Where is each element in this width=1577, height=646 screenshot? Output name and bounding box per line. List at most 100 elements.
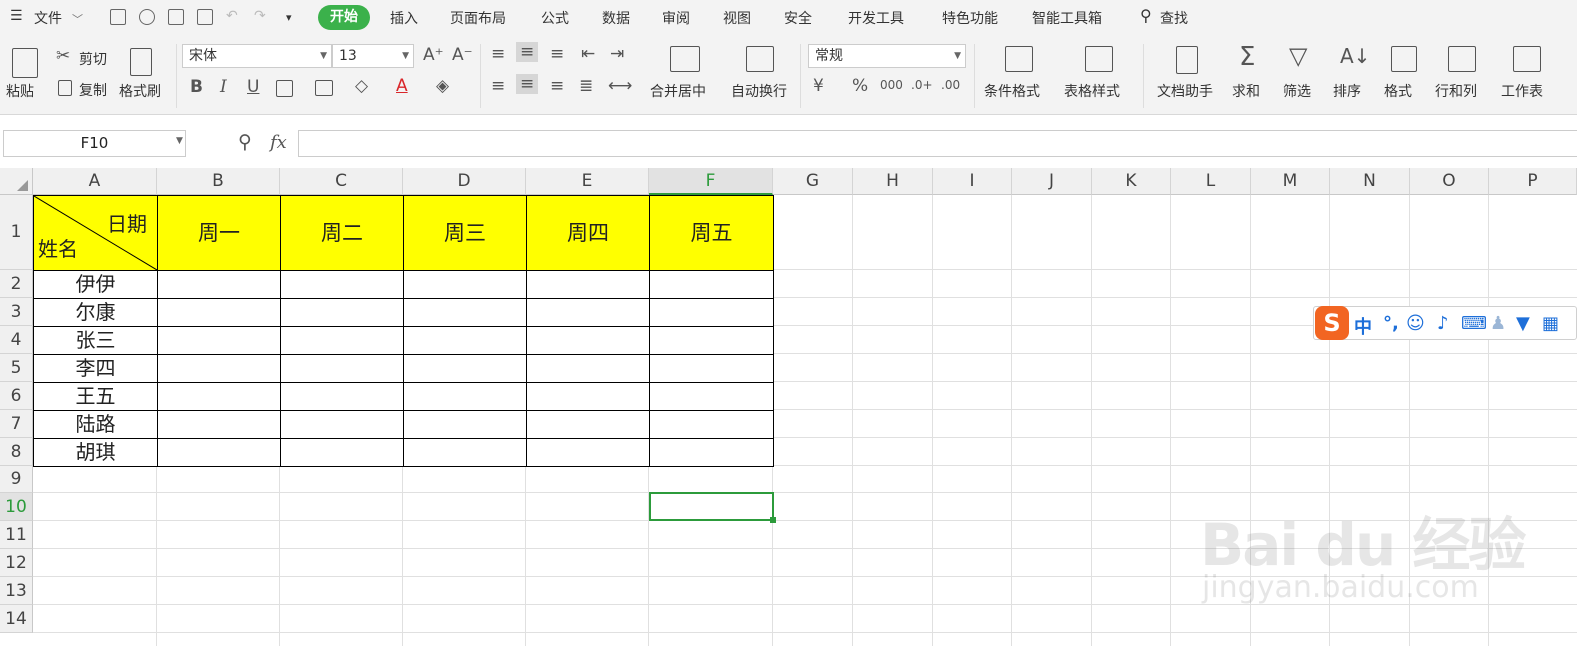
decrease-indent-icon[interactable]: ⇤: [581, 44, 595, 64]
doc-assistant-icon[interactable]: [1176, 46, 1198, 74]
row-header-8[interactable]: 8: [0, 438, 33, 466]
tab-data[interactable]: 数据: [602, 8, 630, 28]
cell-b4[interactable]: [157, 326, 281, 355]
column-header-c[interactable]: C: [280, 168, 403, 195]
align-bottom-icon[interactable]: ≡: [550, 44, 564, 64]
percent-button[interactable]: %: [852, 76, 868, 96]
paste-icon[interactable]: [12, 48, 38, 78]
tab-insert[interactable]: 插入: [390, 8, 418, 28]
font-name-select[interactable]: 宋体 ▼: [182, 44, 332, 68]
thousands-separator-icon[interactable]: 000: [880, 78, 903, 92]
cell-a7[interactable]: 陆路: [33, 410, 158, 439]
cell-e4[interactable]: [526, 326, 650, 355]
cell-b8[interactable]: [157, 438, 281, 467]
search-icon[interactable]: ⚲: [1140, 6, 1152, 25]
distributed-icon[interactable]: ⟷: [608, 76, 632, 96]
scissors-icon[interactable]: ✂: [56, 46, 70, 66]
increase-decimal-icon[interactable]: .0+: [911, 78, 933, 92]
cell-a8[interactable]: 胡琪: [33, 438, 158, 467]
sogou-logo-icon[interactable]: S: [1315, 306, 1349, 340]
column-header-j[interactable]: J: [1012, 168, 1092, 195]
cell-e5[interactable]: [526, 354, 650, 383]
decrease-font-icon[interactable]: A⁻: [452, 45, 473, 65]
cell-c2[interactable]: [280, 270, 404, 299]
cell-a5[interactable]: 李四: [33, 354, 158, 383]
worksheet-button[interactable]: 工作表: [1501, 81, 1543, 101]
cell-c6[interactable]: [280, 382, 404, 411]
row-col-icon[interactable]: [1448, 46, 1476, 72]
cell-d1[interactable]: 周三: [403, 195, 527, 271]
cell-c4[interactable]: [280, 326, 404, 355]
cell-a2[interactable]: 伊伊: [33, 270, 158, 299]
row-header-4[interactable]: 4: [0, 326, 33, 354]
column-header-i[interactable]: I: [933, 168, 1012, 195]
clear-format-icon[interactable]: ◈: [436, 76, 449, 96]
column-header-d[interactable]: D: [403, 168, 526, 195]
filter-icon[interactable]: ▽: [1289, 42, 1307, 70]
column-header-k[interactable]: K: [1092, 168, 1171, 195]
print-preview-icon[interactable]: [197, 9, 213, 25]
cell-c1[interactable]: 周二: [280, 195, 404, 271]
cell-e1[interactable]: 周四: [526, 195, 650, 271]
auto-wrap-button[interactable]: 自动换行: [731, 81, 787, 101]
decrease-decimal-icon[interactable]: .00: [941, 78, 960, 92]
cell-c8[interactable]: [280, 438, 404, 467]
cell-a1-diagonal-header[interactable]: 日期 姓名: [33, 195, 158, 271]
cell-a4[interactable]: 张三: [33, 326, 158, 355]
fill-color-icon[interactable]: ◇: [355, 76, 368, 96]
skin-shirt-icon[interactable]: ▼: [1516, 313, 1530, 334]
column-header-f[interactable]: F: [649, 168, 773, 195]
cell-e3[interactable]: [526, 298, 650, 327]
column-header-b[interactable]: B: [157, 168, 280, 195]
row-header-14[interactable]: 14: [0, 605, 33, 633]
merge-center-button[interactable]: 合并居中: [650, 81, 706, 101]
print-icon[interactable]: [168, 9, 184, 25]
align-left-icon[interactable]: ≡: [491, 76, 505, 96]
column-header-m[interactable]: M: [1251, 168, 1330, 195]
paste-button[interactable]: 粘贴: [6, 81, 34, 101]
table-style-icon[interactable]: [1085, 46, 1113, 72]
row-header-2[interactable]: 2: [0, 270, 33, 298]
table-style-button[interactable]: 表格样式: [1064, 81, 1120, 101]
row-header-3[interactable]: 3: [0, 298, 33, 326]
tab-home[interactable]: 开始: [318, 5, 370, 30]
cell-f1[interactable]: 周五: [649, 195, 774, 271]
cell-e8[interactable]: [526, 438, 650, 467]
row-header-1[interactable]: 1: [0, 195, 33, 270]
cell-e6[interactable]: [526, 382, 650, 411]
cell-f2[interactable]: [649, 270, 774, 299]
merge-center-icon[interactable]: [670, 46, 700, 72]
cell-a3[interactable]: 尔康: [33, 298, 158, 327]
formula-input[interactable]: [298, 130, 1577, 157]
cut-button[interactable]: 剪切: [79, 49, 107, 69]
sum-button[interactable]: 求和: [1232, 81, 1260, 101]
row-header-11[interactable]: 11: [0, 521, 33, 549]
increase-font-icon[interactable]: A⁺: [423, 45, 444, 65]
cell-c3[interactable]: [280, 298, 404, 327]
format-icon[interactable]: [1391, 46, 1417, 72]
cell-d5[interactable]: [403, 354, 527, 383]
fill-handle[interactable]: [770, 517, 776, 523]
copy-icon[interactable]: [58, 80, 72, 96]
cell-f4[interactable]: [649, 326, 774, 355]
border-icon[interactable]: [276, 80, 293, 97]
conditional-format-button[interactable]: 条件格式: [984, 81, 1040, 101]
cell-d2[interactable]: [403, 270, 527, 299]
format-button[interactable]: 格式: [1384, 81, 1412, 101]
cell-c5[interactable]: [280, 354, 404, 383]
column-header-g[interactable]: G: [773, 168, 853, 195]
chevron-down-icon[interactable]: ﹀: [72, 11, 83, 27]
file-menu[interactable]: 文件: [34, 8, 62, 28]
tab-developer[interactable]: 开发工具: [848, 8, 904, 28]
column-header-n[interactable]: N: [1330, 168, 1410, 195]
column-header-h[interactable]: H: [853, 168, 933, 195]
ime-punct-toggle[interactable]: °,: [1383, 313, 1399, 334]
fx-button[interactable]: fx: [270, 132, 287, 153]
font-color-icon[interactable]: A: [396, 76, 408, 96]
keyboard-icon[interactable]: ⌨: [1461, 313, 1487, 334]
align-top-icon[interactable]: ≡: [491, 44, 505, 64]
align-middle-icon[interactable]: ≡: [516, 42, 539, 62]
cell-f6[interactable]: [649, 382, 774, 411]
format-painter-button[interactable]: 格式刷: [119, 81, 161, 101]
search-button[interactable]: 查找: [1160, 8, 1188, 28]
